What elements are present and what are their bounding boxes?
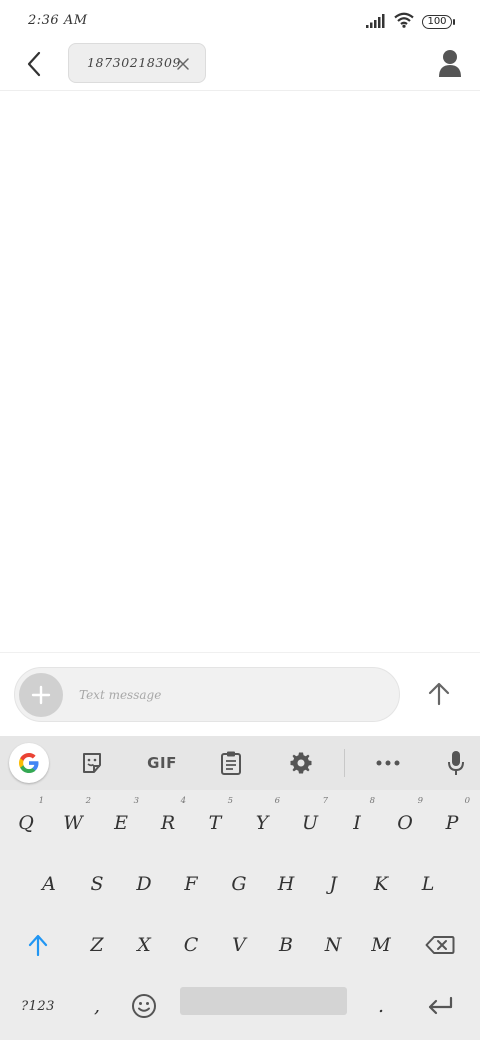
key-r[interactable]: R4: [146, 796, 190, 848]
key-k[interactable]: K: [359, 859, 403, 909]
status-time: 2:36 AM: [28, 13, 88, 28]
status-icons: 100: [366, 12, 455, 32]
comma-key[interactable]: ,: [75, 981, 119, 1031]
space-key[interactable]: [180, 987, 347, 1015]
key-m[interactable]: M: [359, 920, 403, 970]
toolbar-divider: [344, 749, 345, 777]
gear-icon: [290, 752, 312, 774]
wifi-icon: [394, 12, 414, 32]
key-d[interactable]: D: [122, 859, 166, 909]
key-z[interactable]: Z: [75, 920, 119, 970]
keyboard: GIF Q 1 W 2 E 3 R 4 T 5 Y 6 U 7 I 8 O 9 …: [0, 736, 480, 1040]
key-x[interactable]: X: [122, 920, 166, 970]
key-u[interactable]: U7: [288, 796, 332, 848]
back-button[interactable]: [18, 46, 50, 82]
key-b[interactable]: B: [264, 920, 308, 970]
key-row-3: Z X C V B N M: [0, 920, 480, 980]
key-row-2: A S D F G H J K L: [0, 859, 480, 919]
send-button[interactable]: [420, 675, 458, 713]
contact-button[interactable]: [436, 48, 464, 78]
voice-input-button[interactable]: [436, 744, 476, 782]
gif-button[interactable]: GIF: [140, 744, 184, 782]
symbols-key[interactable]: ?123: [14, 981, 62, 1031]
key-row-bottom: ?123 , .: [0, 981, 480, 1040]
key-q[interactable]: Q1: [4, 796, 48, 848]
key-t[interactable]: T5: [193, 796, 237, 848]
key-f[interactable]: F: [169, 859, 213, 909]
sticker-button[interactable]: [72, 744, 112, 782]
key-a[interactable]: A: [27, 859, 71, 909]
compose-bar: Text message: [0, 652, 480, 736]
key-w[interactable]: W2: [51, 796, 95, 848]
settings-button[interactable]: [281, 744, 321, 782]
message-field[interactable]: Text message: [14, 667, 400, 722]
key-l[interactable]: L: [406, 859, 450, 909]
key-o[interactable]: O9: [383, 796, 427, 848]
clipboard-icon: [221, 751, 241, 775]
sticker-icon: [83, 753, 101, 773]
send-arrow-icon: [428, 682, 450, 706]
backspace-key[interactable]: [418, 920, 462, 970]
signal-icon: [366, 13, 386, 32]
more-dots-icon: [376, 760, 400, 766]
key-j[interactable]: J: [311, 859, 355, 909]
period-key[interactable]: .: [359, 981, 403, 1031]
plus-icon: [31, 685, 51, 705]
emoji-key[interactable]: [122, 981, 166, 1031]
remove-recipient-icon[interactable]: [175, 56, 191, 72]
recipient-chip[interactable]: 18730218309: [68, 43, 206, 83]
back-arrow-icon: [27, 51, 41, 77]
microphone-icon: [448, 751, 464, 775]
key-i[interactable]: I8: [335, 796, 379, 848]
key-e[interactable]: E3: [99, 796, 143, 848]
person-icon: [439, 50, 461, 77]
conversation-header: 18730218309: [0, 42, 480, 91]
key-v[interactable]: V: [217, 920, 261, 970]
keyboard-toolbar: GIF: [0, 736, 480, 790]
key-s[interactable]: S: [75, 859, 119, 909]
clipboard-button[interactable]: [211, 744, 251, 782]
key-c[interactable]: C: [169, 920, 213, 970]
gif-label: GIF: [147, 754, 177, 772]
google-search-button[interactable]: [9, 743, 49, 783]
recipient-number: 18730218309: [87, 55, 182, 70]
more-button[interactable]: [368, 744, 408, 782]
message-list: [0, 92, 480, 652]
google-g-icon: [19, 753, 39, 773]
backspace-icon: [425, 936, 455, 954]
shift-key[interactable]: [16, 920, 60, 970]
shift-arrow-icon: [28, 934, 48, 956]
message-input[interactable]: Text message: [79, 688, 161, 702]
key-h[interactable]: H: [264, 859, 308, 909]
key-n[interactable]: N: [311, 920, 355, 970]
enter-key[interactable]: [418, 981, 462, 1031]
key-y[interactable]: Y6: [240, 796, 284, 848]
key-g[interactable]: G: [217, 859, 261, 909]
key-row-1: Q1 W2 E3 R4 T5 Y6 U7 I8 O9 P0: [0, 796, 480, 858]
attach-button[interactable]: [19, 673, 63, 717]
enter-arrow-icon: [428, 996, 453, 1015]
smiley-icon: [132, 994, 156, 1018]
battery-indicator: 100: [422, 15, 455, 29]
key-p[interactable]: P0: [430, 796, 474, 848]
status-bar: 2:36 AM 100: [0, 0, 480, 42]
